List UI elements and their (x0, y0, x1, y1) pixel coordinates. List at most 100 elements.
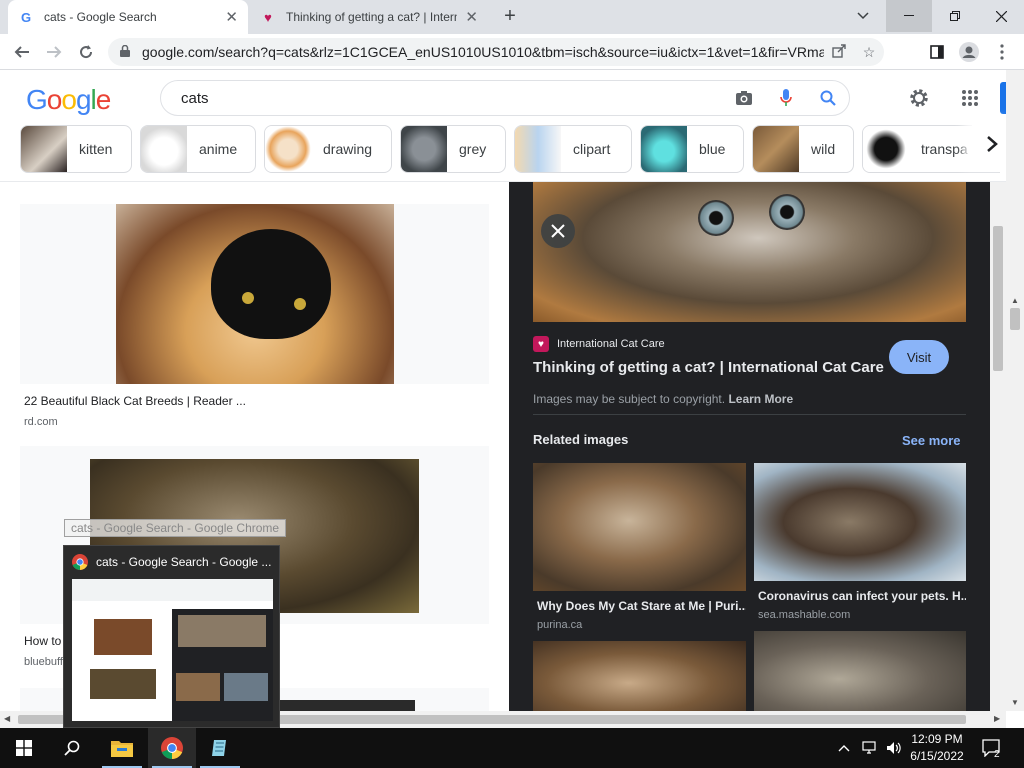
network-icon[interactable] (862, 728, 878, 768)
chip-label: grey (459, 141, 487, 157)
cat-care-favicon-icon: ♥ (264, 9, 272, 25)
visit-button[interactable]: Visit (889, 340, 949, 374)
tab-cat-care[interactable]: ♥ Thinking of getting a cat? | Intern ✕ (250, 0, 488, 34)
chip-thumbnail (753, 126, 799, 172)
see-more-link[interactable]: See more (902, 433, 961, 448)
result-caption[interactable]: 22 Beautiful Black Cat Breeds | Reader .… (20, 394, 489, 408)
tab-search-icon[interactable] (840, 0, 886, 32)
learn-more-link[interactable]: Learn More (728, 392, 793, 406)
address-bar[interactable]: google.com/search?q=cats&rlz=1C1GCEA_enU… (108, 38, 884, 66)
close-window-button[interactable] (978, 0, 1024, 32)
chip-label: kitten (79, 141, 113, 157)
system-clock[interactable]: 12:09 PM 6/15/2022 (900, 731, 974, 765)
url-text: google.com/search?q=cats&rlz=1C1GCEA_enU… (142, 44, 824, 60)
preview-title[interactable]: Thinking of getting a cat? | Internation… (533, 359, 884, 376)
browser-toolbar: google.com/search?q=cats&rlz=1C1GCEA_enU… (0, 34, 1024, 70)
preview-image[interactable] (533, 182, 966, 322)
page-vertical-scrollbar[interactable]: ▲ ▼ (1006, 70, 1024, 711)
mini-result (90, 669, 156, 699)
chip-thumbnail (515, 126, 561, 172)
tab-cats-search[interactable]: G cats - Google Search ✕ (8, 0, 248, 34)
notepad-app-icon[interactable] (196, 728, 244, 768)
copyright-text: Images may be subject to copyright. (533, 392, 726, 406)
microphone-icon[interactable] (765, 89, 807, 107)
chip-anime[interactable]: anime (140, 125, 256, 173)
search-box (160, 80, 850, 116)
scroll-left-arrow-icon[interactable]: ◀ (4, 714, 10, 723)
camera-icon[interactable] (723, 90, 765, 106)
search-icon[interactable] (807, 90, 849, 106)
show-hidden-icons-chevron-icon[interactable] (838, 728, 850, 768)
chip-label: blue (699, 141, 726, 157)
related-caption: Coronavirus can infect your pets. H... (758, 589, 966, 603)
chip-label: drawing (323, 141, 373, 157)
mini-related (224, 673, 268, 701)
chip-grey[interactable]: grey (400, 125, 506, 173)
scroll-down-arrow-icon[interactable]: ▼ (1011, 698, 1019, 707)
logo-letter: e (95, 84, 112, 115)
windows-start-icon[interactable] (0, 728, 48, 768)
google-logo[interactable]: Google (26, 84, 112, 116)
scrollbar-thumb[interactable] (1010, 308, 1020, 330)
google-header: Google kitten anime drawing (0, 70, 1006, 182)
minimize-button[interactable] (886, 0, 932, 32)
side-panel-icon[interactable] (925, 40, 949, 64)
chip-kitten[interactable]: kitten (20, 125, 132, 173)
window-title-tooltip: cats - Google Search - Google Chrome (64, 519, 287, 537)
chip-thumbnail (141, 126, 187, 172)
chip-wild[interactable]: wild (752, 125, 854, 173)
profile-avatar-icon[interactable] (957, 40, 981, 64)
chip-thumbnail (401, 126, 447, 172)
scroll-up-arrow-icon[interactable]: ▲ (1011, 296, 1019, 305)
tab-strip: G cats - Google Search ✕ ♥ Thinking of g… (0, 0, 1024, 34)
related-image-card[interactable]: Coronavirus can infect your pets. H... s… (754, 463, 966, 625)
search-input[interactable] (181, 89, 723, 107)
related-image (533, 463, 746, 591)
file-explorer-icon[interactable] (98, 728, 146, 768)
panel-scrollbar[interactable] (990, 182, 1006, 711)
settings-gear-icon[interactable] (905, 84, 933, 112)
result-card[interactable]: 22 Beautiful Black Cat Breeds | Reader .… (20, 204, 489, 428)
lock-icon (120, 44, 132, 60)
chrome-menu-icon[interactable] (990, 40, 1014, 64)
reload-icon[interactable] (74, 40, 98, 64)
google-favicon-icon: G (20, 9, 32, 25)
related-source: sea.mashable.com (758, 609, 851, 621)
scroll-right-arrow-icon[interactable]: ▶ (994, 714, 1000, 723)
logo-letter: o (61, 84, 77, 115)
related-image[interactable] (754, 631, 966, 711)
chip-blue[interactable]: blue (640, 125, 744, 173)
cat-eye (294, 298, 306, 310)
close-preview-button[interactable] (541, 214, 575, 248)
close-tab-icon[interactable]: ✕ (225, 8, 238, 26)
taskbar-window-preview[interactable]: cats - Google Search - Google ... (63, 545, 280, 728)
black-cat-image[interactable] (116, 204, 394, 384)
notification-center-icon[interactable]: 2 (982, 728, 1008, 768)
bookmark-star-icon[interactable]: ☆ (854, 44, 884, 61)
related-source: purina.ca (537, 619, 583, 631)
related-image-card[interactable]: Why Does My Cat Stare at Me | Puri... pu… (533, 463, 746, 635)
apps-grid-icon[interactable] (956, 84, 984, 112)
restore-button[interactable] (932, 0, 978, 32)
image-preview-panel: ♥ International Cat Care Thinking of get… (509, 182, 990, 711)
new-tab-button[interactable]: + (498, 4, 522, 28)
search-icon[interactable] (48, 728, 96, 768)
divider (533, 414, 966, 415)
back-arrow-icon[interactable] (10, 40, 34, 64)
windows-taskbar: 12:09 PM 6/15/2022 2 (0, 728, 1024, 768)
forward-arrow-icon[interactable] (42, 40, 66, 64)
chrome-taskbar-icon[interactable] (148, 728, 196, 768)
chip-thumbnail (641, 126, 687, 172)
chip-clipart[interactable]: clipart (514, 125, 632, 173)
chip-drawing[interactable]: drawing (264, 125, 392, 173)
share-icon[interactable] (824, 43, 854, 61)
close-tab-icon[interactable]: ✕ (465, 8, 478, 26)
site-row[interactable]: ♥ International Cat Care (533, 336, 665, 352)
related-image[interactable] (533, 641, 746, 711)
preview-thumbnail (72, 579, 273, 721)
site-name: International Cat Care (557, 338, 665, 350)
cat-eye (242, 292, 254, 304)
scrollbar-thumb[interactable] (993, 226, 1003, 371)
chip-thumbnail (863, 126, 909, 172)
mini-header (72, 579, 273, 601)
